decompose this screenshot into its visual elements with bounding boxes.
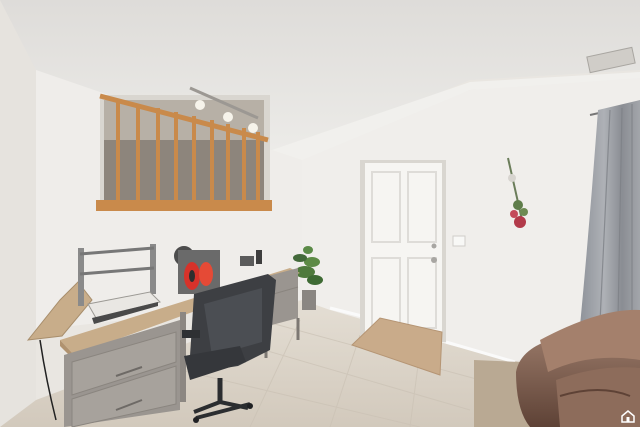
home-logo-icon [621,410,635,423]
room-photo [0,0,640,427]
room-illustration [0,0,640,427]
left-wall [0,0,36,427]
filament-spools [178,250,220,294]
light-switch [452,235,466,247]
door [360,160,446,342]
